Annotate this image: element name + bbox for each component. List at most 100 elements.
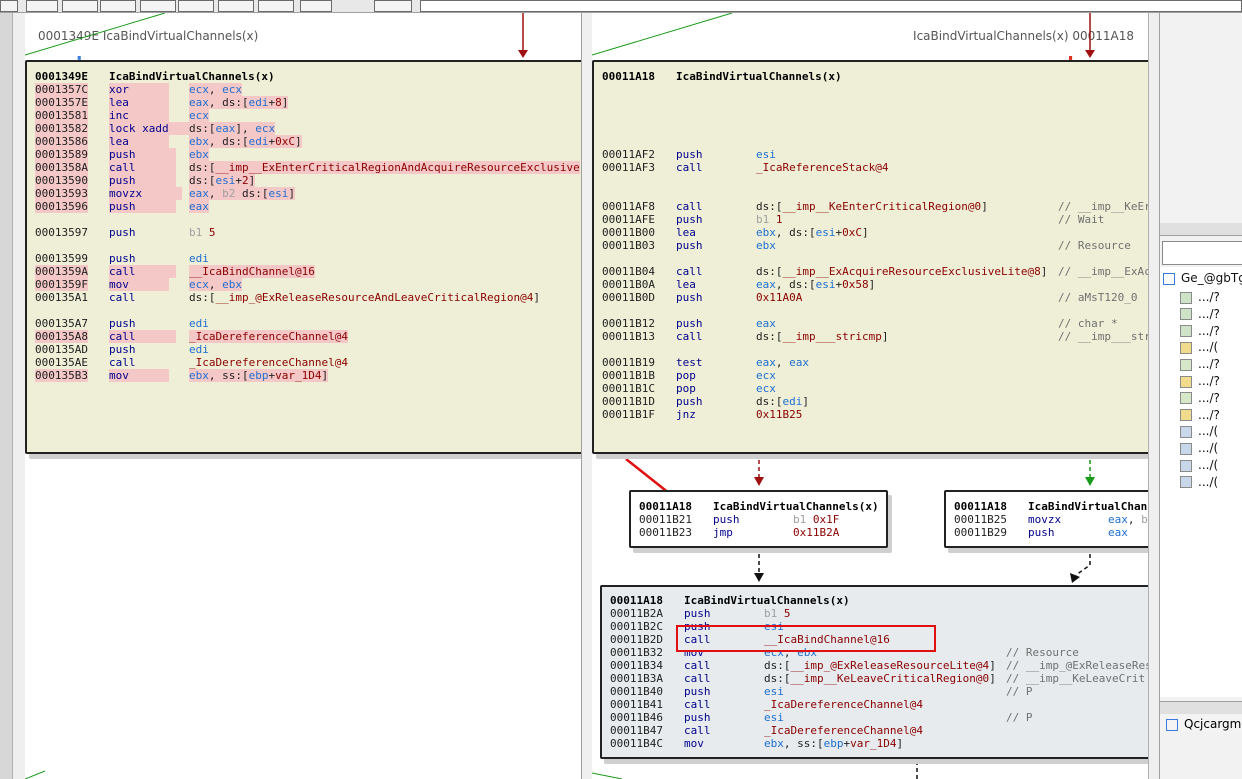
secondary-right-block[interactable]: 00011A18 IcaBindVirtualChan 00011B25 movz… [944,490,1148,548]
instruction-address: 00011AF8 [602,200,655,213]
tree-item[interactable]: .../( [1180,474,1218,490]
instruction-mnemonic: lea [676,278,696,291]
toolbar-button[interactable] [258,0,294,12]
instruction-mnemonic: push [676,239,703,252]
instruction-mnemonic: test [676,356,703,369]
toolbar-button[interactable] [374,0,412,12]
operand-token: , [1127,513,1142,526]
tree-view[interactable]: Ge_@gbTg .../? .../? .../? .../(.../? .../?.… [1160,267,1242,697]
instruction-mnemonic: push [109,317,136,330]
instruction-mnemonic: call [676,265,703,278]
instruction-mnemonic: push [676,213,703,226]
operand-token: ds:[ [756,330,783,343]
operand-token: eax [215,122,236,135]
secondary-graph-pane[interactable]: IcaBindVirtualChannels(x) 00011A18 secon… [592,13,1148,779]
operand-token: 8 [275,96,282,109]
toolbar-button[interactable] [300,0,332,12]
operand-token: edi [248,135,269,148]
operand-token [769,213,776,226]
tree-item[interactable]: .../( [1180,457,1218,473]
operand-token: __IcaBindChannel@16 [189,265,315,278]
toolbar-button[interactable] [140,0,176,12]
toolbar-button[interactable] [178,0,214,12]
tree-item-icon [1180,409,1192,422]
instruction-operands: ebx [756,239,776,252]
instruction-operands: edi [189,317,209,330]
panel-scroll-strip[interactable] [1160,701,1242,714]
tree-item[interactable]: .../? [1180,306,1220,322]
operand-token: __imp___stricmp [782,330,882,343]
instruction-address: 0001357E [35,96,88,109]
panel-search-input[interactable] [1162,241,1242,265]
operand-token: ] [321,369,329,382]
toolbar-button[interactable] [62,0,98,12]
instruction-address: 000135AD [35,343,88,356]
incoming-edge-arrow [518,50,528,58]
tree-item[interactable]: .../? [1180,407,1220,423]
tree-item[interactable]: .../? [1180,289,1220,305]
instruction-comment: // Resource [1058,239,1131,252]
operand-token: ecx [189,109,209,122]
toolbar-button[interactable] [218,0,254,12]
primary-vertical-scrollbar[interactable] [12,13,26,779]
bottom-item[interactable]: Qcjcargml F [1160,716,1242,732]
operand-token: ecx [756,369,776,382]
secondary-bottom-block[interactable]: 00011A18 IcaBindVirtualChannels(x) 00011… [600,585,1148,759]
block-address: 00011A18 [639,500,692,513]
operand-token: b1 [189,226,203,239]
instruction-operands: eax, eax [756,356,809,369]
true-edge-arrow [1085,477,1095,486]
right-side-panel: Ge_@gbTg .../? .../? .../? .../(.../? .../?.… [1159,13,1242,779]
instruction-address: 00011AF2 [602,148,655,161]
instruction-operands: b1 0x1F [793,513,839,526]
operand-token: b1 [764,607,778,620]
toolbar-field[interactable] [420,0,1242,12]
instruction-address: 00013589 [35,148,88,161]
operand-token: eax [189,200,209,213]
instruction-address: 00011B32 [610,646,663,659]
tree-item[interactable]: .../? [1180,390,1220,406]
tree-item[interactable]: .../( [1180,339,1218,355]
operand-token: eax [756,278,776,291]
operand-token: eax [756,356,776,369]
tree-item[interactable]: .../? [1180,323,1220,339]
primary-graph-pane[interactable]: 0001349E IcaBindVirtualChannels(x) prima… [25,13,581,779]
primary-block[interactable]: 0001349E IcaBindVirtualChannels(x) 0001357… [25,60,581,454]
tree-item[interactable]: .../? [1180,356,1220,372]
instruction-mnemonic: push [109,226,136,239]
instruction-mnemonic: push [684,607,711,620]
toolbar [0,0,1242,13]
false-edge-arrow [754,477,764,486]
instruction-operands: ds:[__imp__KeLeaveCriticalRegion@0] [764,672,996,685]
operand-token: eax [1108,513,1128,526]
operand-token: esi [764,685,784,698]
instruction-address: 00011B47 [610,724,663,737]
instruction-address: 00013596 [35,200,88,213]
operand-token: __imp_@ExReleaseResourceAndLeaveCritical… [215,291,534,304]
instruction-address: 00011B1C [602,382,655,395]
tree-root[interactable]: Ge_@gbTg [1163,270,1242,286]
instruction-address: 00011B29 [954,526,1007,539]
secondary-main-block[interactable]: 00011A18 IcaBindVirtualChannels(x) 00011… [592,60,1148,454]
panel-header-strip [1160,223,1242,236]
instruction-comment: // __imp___str [1058,330,1148,343]
instruction-operands: eax, ds:[esi+0x58] [756,278,875,291]
instruction-operands: ds:[__imp_@ExReleaseResourceAndLeaveCrit… [189,291,540,304]
tree-item[interactable]: .../( [1180,440,1218,456]
instruction-mnemonic: push [109,200,176,213]
instruction-mnemonic: call [684,724,711,737]
toolbar-button[interactable] [100,0,136,12]
instruction-operands: _IcaDereferenceChannel@4 [764,724,923,737]
instruction-operands: eax, b2 ds:[esi] [189,187,295,200]
block-function-name: IcaBindVirtualChannels(x) [713,500,879,513]
instruction-mnemonic: call [676,161,703,174]
operand-token: ], [235,122,256,135]
secondary-vertical-scrollbar[interactable] [1148,13,1159,779]
toolbar-button[interactable] [26,0,58,12]
secondary-left-block[interactable]: 00011A18 IcaBindVirtualChannels(x) 00011… [629,490,888,548]
tree-item[interactable]: .../? [1180,373,1220,389]
toolbar-button[interactable] [0,0,18,12]
tree-item[interactable]: .../( [1180,423,1218,439]
instruction-mnemonic: inc [109,109,169,122]
instruction-comment: // __imp__KeLeaveCrit [1006,672,1146,685]
